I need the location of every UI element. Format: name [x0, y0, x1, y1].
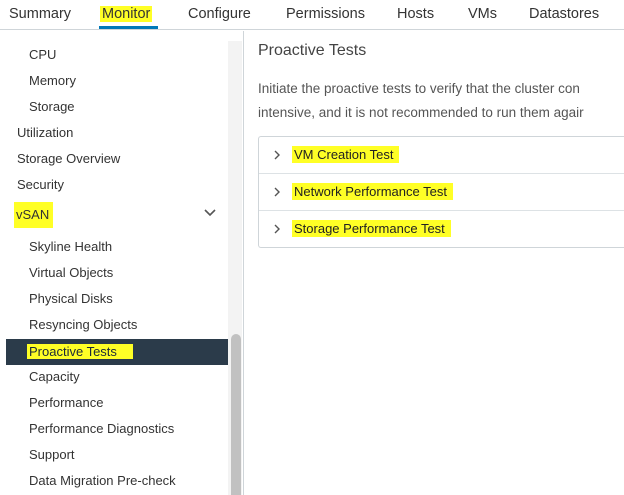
sidebar-item-data-migration-pre-check[interactable]: Data Migration Pre-check	[29, 468, 176, 494]
sidebar-item-physical-disks[interactable]: Physical Disks	[29, 286, 113, 312]
sidebar-item-security[interactable]: Security	[17, 172, 64, 198]
sidebar-item-performance-diagnostics[interactable]: Performance Diagnostics	[29, 416, 174, 442]
sidebar-item-virtual-objects[interactable]: Virtual Objects	[29, 260, 113, 286]
tab-permissions[interactable]: Permissions	[286, 6, 365, 22]
tab-summary[interactable]: Summary	[9, 6, 71, 22]
test-label: VM Creation Test	[292, 146, 400, 163]
sidebar-item-proactive-tests-label: Proactive Tests	[27, 344, 133, 359]
sidebar-group-vsan[interactable]: vSAN	[8, 202, 226, 228]
sidebar-item-storage[interactable]: Storage	[29, 94, 75, 120]
sidebar-item-performance[interactable]: Performance	[29, 390, 103, 416]
proactive-tests-list: VM Creation Test Network Performance Tes…	[258, 136, 624, 248]
chevron-right-icon	[274, 187, 280, 197]
tab-monitor-label: Monitor	[100, 6, 153, 22]
sidebar-item-skyline-health[interactable]: Skyline Health	[29, 234, 112, 260]
tab-configure[interactable]: Configure	[188, 6, 251, 22]
main-panel: Proactive Tests Initiate the proactive t…	[244, 31, 624, 495]
top-tab-bar: Summary Monitor Configure Permissions Ho…	[0, 0, 624, 30]
sidebar: CPU Memory Storage Utilization Storage O…	[0, 31, 244, 495]
sidebar-item-resyncing-objects[interactable]: Resyncing Objects	[29, 312, 137, 338]
test-row-vm-creation[interactable]: VM Creation Test	[259, 137, 624, 174]
sidebar-item-support[interactable]: Support	[29, 442, 75, 468]
page-description: Initiate the proactive tests to verify t…	[258, 77, 624, 125]
test-label: Network Performance Test	[292, 183, 453, 200]
chevron-right-icon	[274, 150, 280, 160]
sidebar-group-vsan-label: vSAN	[14, 202, 54, 228]
page-title: Proactive Tests	[258, 42, 367, 59]
sidebar-item-cpu[interactable]: CPU	[29, 42, 56, 68]
description-line-2: intensive, and it is not recommended to …	[258, 105, 584, 120]
sidebar-scrollbar-thumb[interactable]	[231, 334, 241, 495]
tab-monitor[interactable]: Monitor	[100, 6, 153, 22]
chevron-down-icon	[204, 209, 216, 217]
tab-hosts[interactable]: Hosts	[397, 6, 434, 22]
chevron-right-icon	[274, 224, 280, 234]
active-tab-indicator	[99, 26, 158, 29]
tab-vms[interactable]: VMs	[468, 6, 497, 22]
sidebar-item-utilization[interactable]: Utilization	[17, 120, 73, 146]
sidebar-item-storage-overview[interactable]: Storage Overview	[17, 146, 120, 172]
sidebar-item-capacity[interactable]: Capacity	[29, 364, 80, 390]
test-row-storage-performance[interactable]: Storage Performance Test	[259, 211, 624, 248]
sidebar-item-proactive-tests[interactable]: Proactive Tests	[6, 339, 228, 365]
tab-datastores[interactable]: Datastores	[529, 6, 599, 22]
sidebar-item-memory[interactable]: Memory	[29, 68, 76, 94]
description-line-1: Initiate the proactive tests to verify t…	[258, 81, 580, 96]
test-label: Storage Performance Test	[292, 220, 451, 237]
test-row-network-performance[interactable]: Network Performance Test	[259, 174, 624, 211]
